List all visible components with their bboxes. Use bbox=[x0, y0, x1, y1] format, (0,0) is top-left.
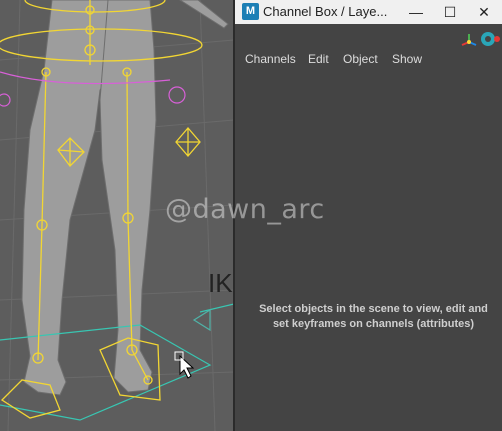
menu-show[interactable]: Show bbox=[392, 52, 422, 66]
ik-label: IK bbox=[208, 268, 233, 298]
window-titlebar[interactable]: M Channel Box / Laye... — ☐ ✕ bbox=[235, 0, 502, 24]
minimize-button[interactable]: — bbox=[399, 0, 433, 24]
channel-color-icon[interactable] bbox=[481, 32, 500, 46]
mouse-cursor bbox=[179, 354, 195, 379]
close-button[interactable]: ✕ bbox=[467, 0, 501, 24]
menu-edit[interactable]: Edit bbox=[308, 52, 329, 66]
axis-manipulator-icon[interactable] bbox=[461, 34, 477, 46]
menu-channels[interactable]: Channels bbox=[245, 52, 296, 66]
maya-logo-icon: M bbox=[242, 3, 259, 20]
menu-object[interactable]: Object bbox=[343, 52, 378, 66]
maximize-button[interactable]: ☐ bbox=[433, 0, 467, 24]
watermark: @dawn_arc bbox=[165, 194, 325, 225]
window-title: Channel Box / Laye... bbox=[263, 4, 388, 19]
menu-bar: Channels Edit Object Show bbox=[235, 52, 502, 72]
panel-toolbar bbox=[458, 30, 500, 48]
empty-selection-message: Select objects in the scene to view, edi… bbox=[259, 303, 488, 330]
